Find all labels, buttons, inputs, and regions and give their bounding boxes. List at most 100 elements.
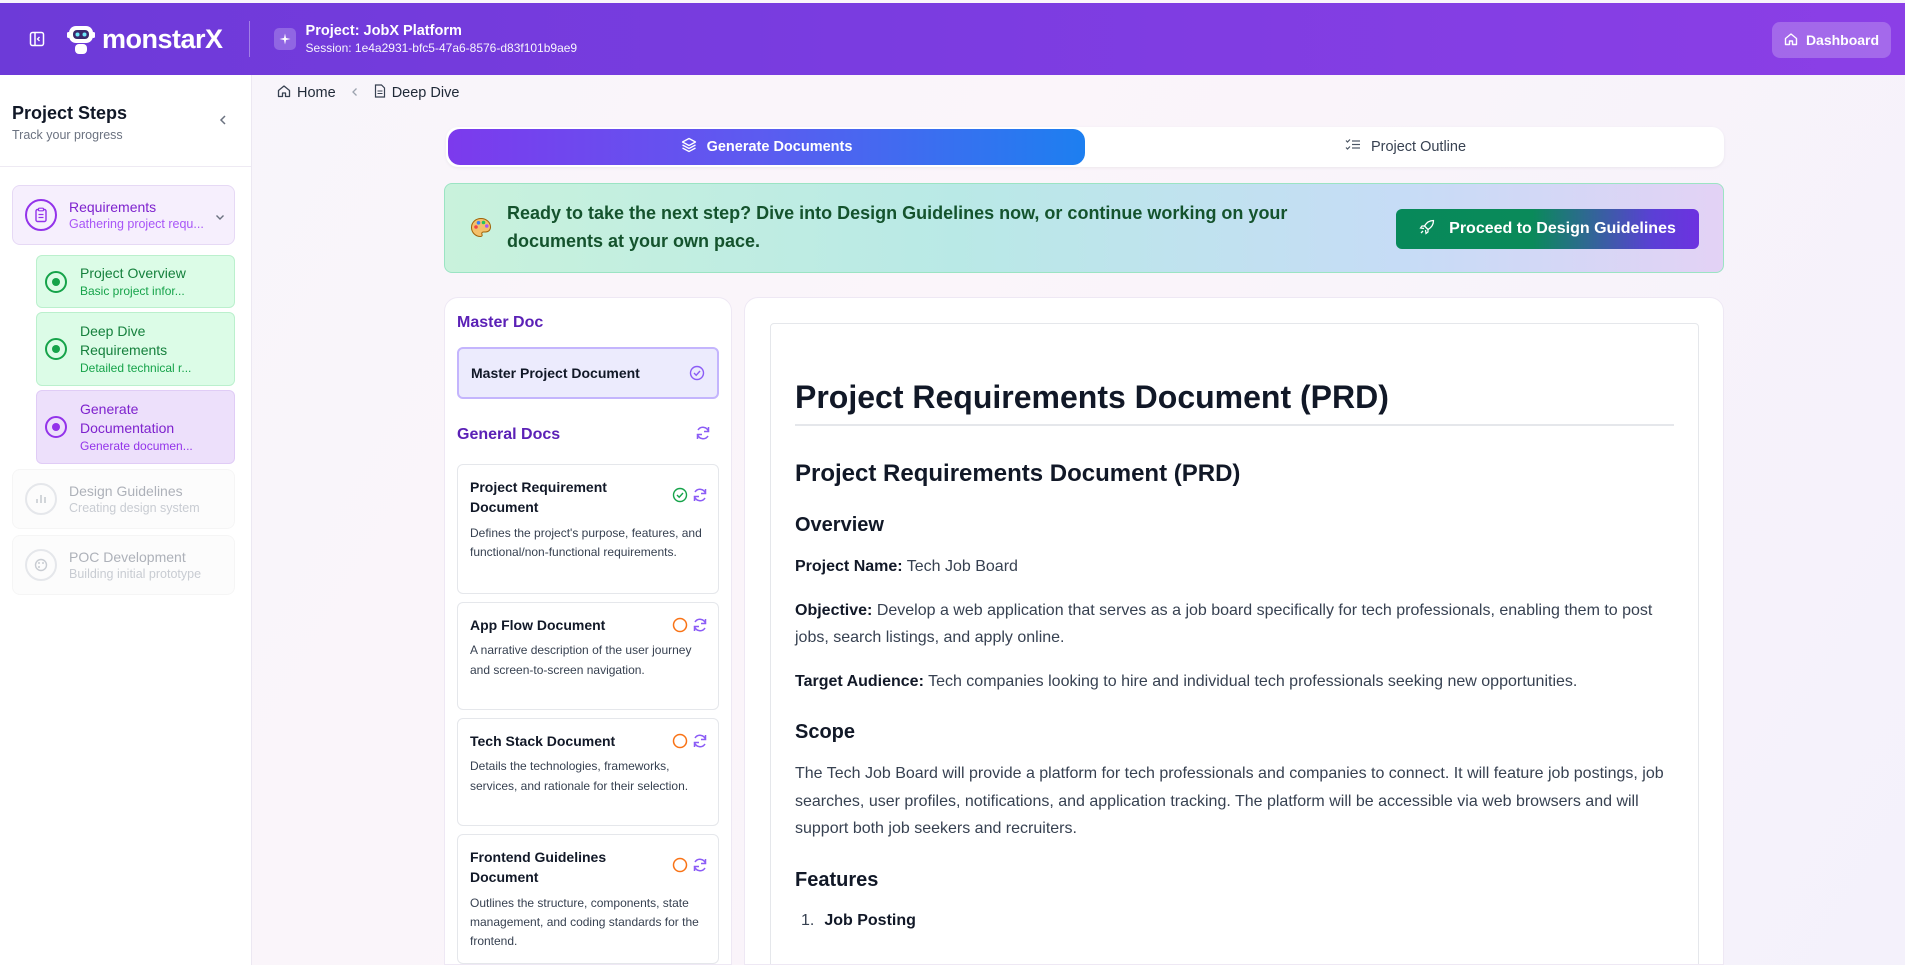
top-header: monstarX Project: JobX Platform Session:… [0, 3, 1905, 75]
breadcrumb-current-label: Deep Dive [391, 85, 460, 101]
chevron-down-icon[interactable] [214, 210, 226, 228]
document-content[interactable]: Project Requirements Document (PRD) Proj… [770, 323, 1699, 964]
doc-card-frontend-guidelines[interactable]: Frontend Guidelines Document Outlines th… [457, 834, 719, 964]
doc-card-project-requirement[interactable]: Project Requirement Document Defines the… [457, 464, 719, 594]
project-steps-sidebar: Project Steps Track your progress Requir… [0, 75, 252, 965]
palette-icon [25, 549, 57, 581]
substep-desc: Detailed technical r... [80, 360, 192, 375]
sidebar-subtitle: Track your progress [12, 128, 123, 142]
substep-project-overview[interactable]: Project Overview Basic project infor... [36, 255, 235, 308]
doc-card-app-flow[interactable]: App Flow Document A narrative descriptio… [457, 602, 719, 710]
refresh-icon[interactable] [692, 733, 708, 754]
document-title: Project Requirements Document (PRD) [795, 379, 1674, 426]
step-label: Design Guidelines [69, 482, 183, 499]
proceed-design-guidelines-button[interactable]: Proceed to Design Guidelines [1396, 209, 1699, 249]
substep-generate-documentation[interactable]: Generate Documentation Generate documen.… [36, 390, 235, 464]
step-label: POC Development [69, 548, 186, 565]
header-divider [248, 21, 250, 57]
clipboard-icon [25, 199, 57, 231]
scope-paragraph: The Tech Job Board will provide a platfo… [795, 765, 1664, 838]
doc-status-icons [672, 487, 708, 508]
chart-icon [25, 483, 57, 515]
check-circle-icon [672, 487, 688, 508]
palette-icon [469, 216, 493, 240]
tab-label: Project Outline [1370, 139, 1467, 155]
progress-ring-icon [45, 270, 67, 293]
home-icon [277, 84, 291, 102]
chevron-left-icon [350, 85, 360, 101]
project-title: Project: JobX Platform [305, 23, 462, 40]
chevron-left-icon[interactable] [217, 113, 229, 125]
breadcrumb-home-label: Home [297, 85, 336, 101]
rocket-icon [1419, 219, 1435, 240]
step-desc: Building initial prototype [69, 566, 202, 581]
pending-circle-icon [672, 857, 688, 878]
step-design-guidelines[interactable]: Design Guidelines Creating design system [12, 469, 235, 529]
tab-project-outline[interactable]: Project Outline [1087, 127, 1724, 167]
brand-name: monstarX [102, 23, 223, 54]
tab-generate-documents[interactable]: Generate Documents [448, 129, 1085, 165]
overview-heading: Overview [795, 514, 884, 536]
project-name-paragraph: Project Name: Tech Job Board [795, 558, 1018, 575]
progress-ring-icon [45, 416, 67, 438]
doc-card-tech-stack[interactable]: Tech Stack Document Details the technolo… [457, 718, 719, 826]
document-subtitle: Project Requirements Document (PRD) [795, 460, 1241, 487]
substep-label-line1: Deep Dive [80, 323, 146, 340]
doc-desc: A narrative description of the user jour… [470, 643, 692, 677]
doc-title: Project Requirement Document [470, 479, 607, 516]
doc-status-icons [672, 857, 708, 878]
substep-desc: Basic project infor... [80, 283, 185, 298]
substep-desc: Generate documen... [80, 438, 193, 453]
sidebar-header: Project Steps Track your progress [0, 75, 251, 167]
banner-message: Ready to take the next step? Dive into D… [507, 203, 1288, 251]
breadcrumb-home[interactable]: Home [277, 84, 336, 102]
doc-status-icons [672, 617, 708, 638]
check-circle-icon [689, 365, 705, 384]
tab-label: Generate Documents [706, 139, 853, 155]
substep-deep-dive[interactable]: Deep Dive Requirements Detailed technica… [36, 312, 235, 386]
session-id: Session: 1e4a2931-bfc5-47a6-8576-d83f101… [305, 40, 578, 55]
sidebar-toggle-icon[interactable] [26, 28, 48, 50]
pending-circle-icon [672, 617, 688, 638]
substep-label-line1: Generate [80, 401, 139, 418]
refresh-icon[interactable] [692, 617, 708, 638]
step-requirements[interactable]: Requirements Gathering project requ... [12, 185, 235, 245]
view-tabs: Generate Documents Project Outline [446, 127, 1724, 167]
scope-heading: Scope [795, 721, 856, 744]
master-project-document-card[interactable]: Master Project Document [457, 347, 719, 399]
document-icon [374, 84, 386, 102]
breadcrumb-current: Deep Dive [374, 84, 460, 102]
substep-label-line2: Documentation [80, 419, 175, 436]
doc-desc: Details the technologies, frameworks, se… [470, 759, 689, 793]
robot-logo-icon [66, 22, 96, 56]
doc-status-icons [672, 733, 708, 754]
document-viewer-panel: Project Requirements Document (PRD) Proj… [744, 297, 1724, 965]
refresh-icon[interactable] [695, 425, 711, 446]
step-desc: Creating design system [69, 500, 200, 515]
project-info: Project: JobX Platform Session: 1e4a2931… [306, 22, 578, 55]
doc-title: App Flow Document [470, 617, 606, 633]
doc-desc: Outlines the structure, components, stat… [470, 895, 699, 949]
doc-desc: Defines the project's purpose, features,… [470, 525, 702, 560]
substep-label-line2: Requirements [80, 341, 168, 358]
layers-icon [681, 137, 697, 157]
home-icon [1784, 32, 1798, 49]
audience-paragraph: Target Audience: Tech companies looking … [795, 672, 1578, 690]
feature-list-item: 1. Job Posting [801, 911, 916, 929]
features-heading: Features [795, 868, 879, 891]
doc-title: Frontend Guidelines Document [470, 849, 607, 886]
step-desc: Gathering project requ... [69, 216, 204, 231]
documents-panel: Master Doc Master Project Document Gener… [444, 297, 732, 965]
refresh-icon[interactable] [692, 857, 708, 878]
general-docs-heading: General Docs [457, 426, 561, 443]
master-doc-title: Master Project Document [471, 365, 640, 381]
doc-title: Tech Stack Document [470, 733, 616, 749]
step-poc-development[interactable]: POC Development Building initial prototy… [12, 535, 235, 595]
sidebar-title: Project Steps [12, 103, 128, 123]
dashboard-label: Dashboard [1805, 32, 1880, 48]
refresh-icon[interactable] [692, 487, 708, 508]
dashboard-button[interactable]: Dashboard [1772, 22, 1891, 58]
brand-logo[interactable]: monstarX [66, 22, 223, 56]
list-check-icon [1345, 138, 1361, 156]
objective-paragraph: Objective: Develop a web application tha… [795, 601, 1653, 647]
